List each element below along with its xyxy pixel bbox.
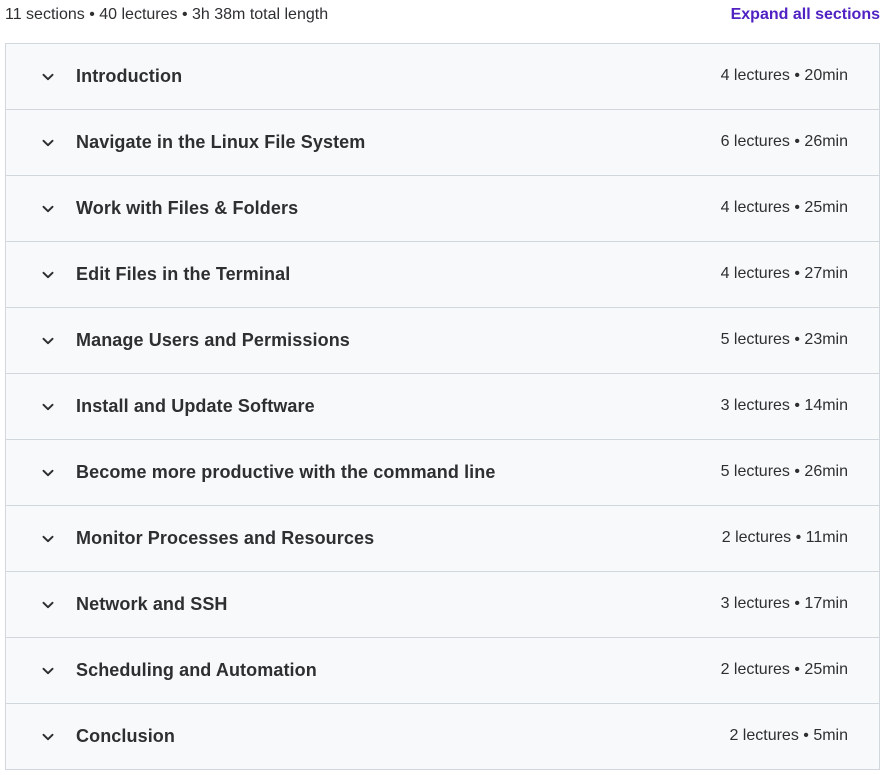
section-lecture-count: 4 lectures • 20min — [720, 67, 848, 84]
chevron-down-icon — [41, 730, 55, 744]
section-title: Edit Files in the Terminal — [76, 264, 291, 284]
chevron-down-icon — [41, 466, 55, 480]
section-lecture-count: 4 lectures • 27min — [720, 265, 848, 282]
section-lecture-count: 5 lectures • 23min — [720, 331, 848, 348]
section-row-5[interactable]: Manage Users and Permissions 5 lectures … — [6, 308, 879, 374]
section-lecture-count: 2 lectures • 11min — [721, 529, 848, 546]
section-lecture-count: 5 lectures • 26min — [720, 463, 848, 480]
section-title: Scheduling and Automation — [76, 660, 317, 680]
chevron-down-icon — [41, 334, 55, 348]
section-row-3[interactable]: Work with Files & Folders 4 lectures • 2… — [6, 176, 879, 242]
section-lecture-count: 2 lectures • 5min — [729, 727, 848, 744]
section-row-9[interactable]: Network and SSH 3 lectures • 17min — [6, 572, 879, 638]
chevron-down-icon — [41, 70, 55, 84]
section-title: Introduction — [76, 66, 183, 86]
section-row-1[interactable]: Introduction 4 lectures • 20min — [6, 44, 879, 110]
chevron-down-icon — [41, 400, 55, 414]
chevron-down-icon — [41, 268, 55, 282]
chevron-down-icon — [41, 664, 55, 678]
section-row-10[interactable]: Scheduling and Automation 2 lectures • 2… — [6, 638, 879, 704]
section-title: Conclusion — [76, 726, 175, 746]
section-title: Become more productive with the command … — [76, 462, 496, 482]
section-lecture-count: 4 lectures • 25min — [720, 199, 848, 216]
curriculum-summary: 11 sections • 40 lectures • 3h 38m total… — [5, 6, 329, 23]
section-row-7[interactable]: Become more productive with the command … — [6, 440, 879, 506]
section-row-4[interactable]: Edit Files in the Terminal 4 lectures • … — [6, 242, 879, 308]
section-title: Network and SSH — [76, 594, 228, 614]
section-row-8[interactable]: Monitor Processes and Resources 2 lectur… — [6, 506, 879, 572]
section-title: Install and Update Software — [76, 396, 315, 416]
section-title: Navigate in the Linux File System — [76, 132, 366, 152]
section-row-11[interactable]: Conclusion 2 lectures • 5min — [6, 704, 879, 770]
curriculum-sections-list: Introduction 4 lectures • 20min Navigate… — [5, 43, 880, 770]
section-lecture-count: 6 lectures • 26min — [720, 133, 848, 150]
section-title: Work with Files & Folders — [76, 198, 299, 218]
course-content-page: 11 sections • 40 lectures • 3h 38m total… — [0, 0, 886, 775]
expand-all-sections-button[interactable]: Expand all sections — [731, 6, 880, 24]
chevron-down-icon — [41, 532, 55, 546]
section-row-2[interactable]: Navigate in the Linux File System 6 lect… — [6, 110, 879, 176]
section-row-6[interactable]: Install and Update Software 3 lectures •… — [6, 374, 879, 440]
curriculum-summary-bar: 11 sections • 40 lectures • 3h 38m total… — [0, 0, 886, 34]
section-title: Monitor Processes and Resources — [76, 528, 375, 548]
chevron-down-icon — [41, 136, 55, 150]
section-title: Manage Users and Permissions — [76, 330, 350, 350]
section-lecture-count: 3 lectures • 14min — [720, 397, 848, 414]
chevron-down-icon — [41, 202, 55, 216]
section-lecture-count: 3 lectures • 17min — [720, 595, 848, 612]
section-lecture-count: 2 lectures • 25min — [720, 661, 848, 678]
chevron-down-icon — [41, 598, 55, 612]
